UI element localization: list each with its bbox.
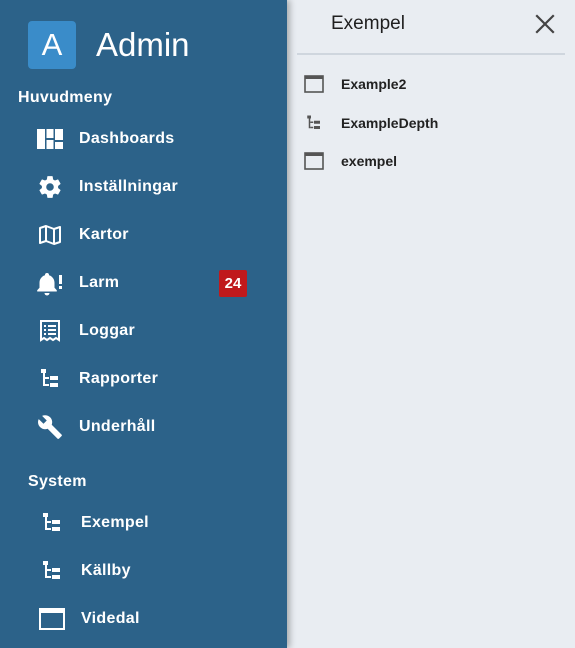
nav-item-videdal[interactable]: Videdal <box>30 599 270 639</box>
bell-alert-icon <box>34 269 66 297</box>
tree-icon <box>34 365 66 393</box>
panel-item-exampledepth[interactable]: ExampleDepth <box>303 108 563 138</box>
nav-item-underhall[interactable]: Underhåll <box>28 407 268 447</box>
panel-title: Exempel <box>331 13 405 34</box>
divider <box>297 53 565 55</box>
window-icon <box>36 605 68 633</box>
brand-title: Admin <box>96 26 190 63</box>
receipt-log-icon <box>34 317 66 345</box>
section-label-system: System <box>28 473 87 490</box>
map-icon <box>34 221 66 249</box>
nav-item-larm[interactable]: Larm 24 <box>28 263 268 303</box>
nav-item-kartor[interactable]: Kartor <box>28 215 268 255</box>
nav-label: Inställningar <box>79 178 179 195</box>
nav-label: Underhåll <box>79 418 156 435</box>
alarm-count-badge: 24 <box>219 270 247 297</box>
nav-item-dashboards[interactable]: Dashboards <box>28 119 268 159</box>
nav-label: Exempel <box>81 514 149 531</box>
nav-item-rapporter[interactable]: Rapporter <box>28 359 268 399</box>
nav-item-loggar[interactable]: Loggar <box>28 311 268 351</box>
panel-item-label: Example2 <box>341 76 407 92</box>
nav-label: Larm <box>79 274 120 291</box>
nav-label: Kartor <box>79 226 129 243</box>
nav-label: Rapporter <box>79 370 159 387</box>
nav-item-kallby[interactable]: Källby <box>30 551 270 591</box>
nav-label: Dashboards <box>79 130 175 147</box>
nav-item-exempel[interactable]: Exempel <box>30 503 270 543</box>
brand[interactable]: A Admin <box>28 21 190 69</box>
tree-icon <box>36 557 68 585</box>
brand-logo: A <box>28 21 76 69</box>
nav-label: Källby <box>81 562 131 579</box>
close-button[interactable] <box>533 12 557 36</box>
panel-item-label: ExampleDepth <box>341 115 439 131</box>
nav-item-installningar[interactable]: Inställningar <box>28 167 268 207</box>
sidebar: A Admin Huvudmeny Dashboards Inställning… <box>0 0 287 648</box>
nav-label: Loggar <box>79 322 136 339</box>
submenu-panel: Exempel Example2 ExampleDepth exempel <box>287 0 575 648</box>
panel-item-exempel[interactable]: exempel <box>303 146 563 176</box>
close-icon <box>535 14 555 34</box>
wrench-icon <box>34 413 66 441</box>
gear-icon <box>34 173 66 201</box>
panel-item-example2[interactable]: Example2 <box>303 69 563 99</box>
window-icon <box>303 151 325 171</box>
nav-label: Videdal <box>81 610 140 627</box>
dashboard-icon <box>34 125 66 153</box>
tree-icon <box>36 509 68 537</box>
section-label-huvudmeny: Huvudmeny <box>18 89 113 106</box>
panel-item-label: exempel <box>341 153 398 169</box>
window-icon <box>303 74 325 94</box>
tree-icon <box>303 113 325 133</box>
